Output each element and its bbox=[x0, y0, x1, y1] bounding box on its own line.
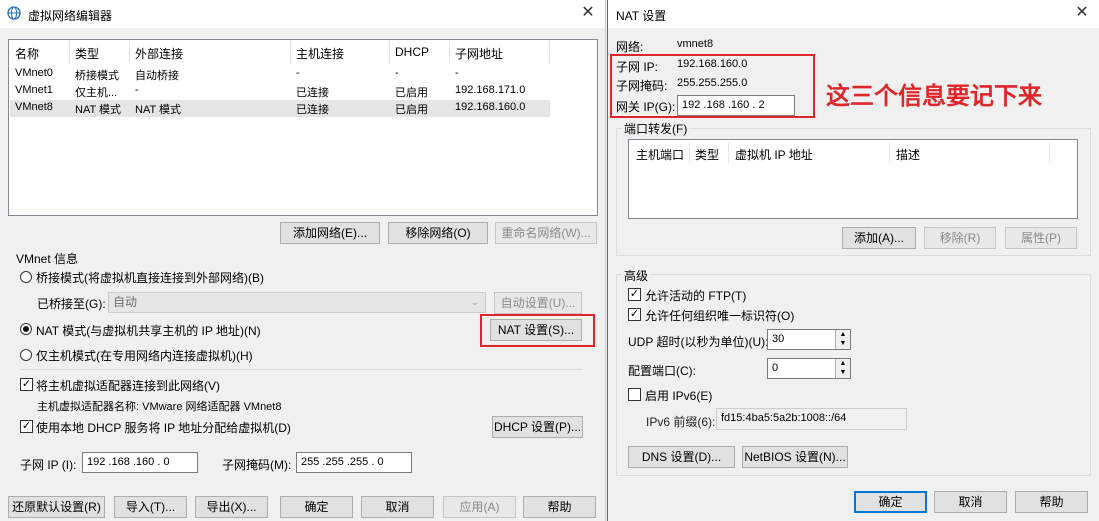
nat-settings-button[interactable]: NAT 设置(S)... bbox=[490, 319, 582, 341]
pf-properties-button[interactable]: 属性(P) bbox=[1005, 227, 1077, 249]
table-row-selected[interactable]: VMnet8 NAT 模式 NAT 模式 已连接 已启用 192.168.160… bbox=[10, 100, 550, 117]
virtual-network-editor-window: 虚拟网络编辑器 ✕ 名称 类型 外部连接 主机连接 DHCP 子网地址 VMne… bbox=[0, 0, 606, 521]
connect-adapter-checkbox[interactable]: ✓ bbox=[20, 378, 33, 391]
col-header-type[interactable]: 类型 bbox=[75, 45, 99, 62]
import-button[interactable]: 导入(T)... bbox=[114, 496, 187, 518]
config-port-stepper[interactable]: 0 ▲ ▼ bbox=[767, 358, 851, 379]
nat-window-title: NAT 设置 bbox=[616, 9, 667, 23]
pf-add-button[interactable]: 添加(A)... bbox=[842, 227, 916, 249]
auto-settings-button[interactable]: 自动设置(U)... bbox=[494, 292, 582, 314]
allow-ftp-label[interactable]: 允许活动的 FTP(T) bbox=[645, 287, 746, 304]
bridged-to-select[interactable]: 自动 ⌄ bbox=[108, 292, 486, 313]
subnet-ip-input[interactable]: 192 .168 .160 . 0 bbox=[82, 452, 198, 473]
nat-help-button[interactable]: 帮助 bbox=[1015, 491, 1088, 513]
chevron-down-icon: ⌄ bbox=[470, 297, 479, 308]
bridge-mode-label[interactable]: 桥接模式(将虚拟机直接连接到外部网络)(B) bbox=[36, 269, 264, 286]
port-forward-label: 端口转发(F) bbox=[622, 120, 690, 137]
use-dhcp-label[interactable]: 使用本地 DHCP 服务将 IP 地址分配给虚拟机(D) bbox=[36, 419, 291, 436]
col-header-dhcp[interactable]: DHCP bbox=[395, 45, 429, 59]
ipv6-prefix-label: IPv6 前缀(6): bbox=[646, 415, 716, 429]
close-icon[interactable]: ✕ bbox=[579, 4, 597, 22]
host-only-label[interactable]: 仅主机模式(在专用网络内连接虚拟机)(H) bbox=[36, 347, 253, 364]
window-title: 虚拟网络编辑器 bbox=[28, 9, 113, 23]
ipv6-prefix-input[interactable]: fd15:4ba5:5a2b:1008::/64 bbox=[716, 408, 907, 430]
vmnet-info-label: VMnet 信息 bbox=[14, 250, 81, 267]
table-row[interactable]: VMnet0 桥接模式 自动桥接 - - - bbox=[10, 66, 596, 83]
export-button[interactable]: 导出(X)... bbox=[195, 496, 268, 518]
subnet-mask-input[interactable]: 255 .255 .255 . 0 bbox=[296, 452, 412, 473]
network-value: vmnet8 bbox=[677, 38, 714, 50]
subnet-mask-label: 子网掩码: bbox=[616, 79, 668, 93]
dhcp-settings-button[interactable]: DHCP 设置(P)... bbox=[492, 416, 583, 438]
subnet-ip-value: 192.168.160.0 bbox=[677, 58, 748, 70]
apply-button[interactable]: 应用(A) bbox=[443, 496, 516, 518]
nat-title-bar[interactable]: NAT 设置 ✕ bbox=[608, 0, 1099, 28]
subnet-mask-value: 255.255.255.0 bbox=[677, 77, 748, 89]
help-button[interactable]: 帮助 bbox=[523, 496, 596, 518]
config-port-label: 配置端口(C): bbox=[628, 364, 696, 378]
rename-network-button[interactable]: 重命名网络(W)... bbox=[495, 222, 597, 244]
bridged-to-label: 已桥接至(G): bbox=[37, 297, 106, 311]
col-header-subnet[interactable]: 子网地址 bbox=[455, 45, 503, 62]
nat-mode-label[interactable]: NAT 模式(与虚拟机共享主机的 IP 地址)(N) bbox=[36, 322, 261, 339]
dns-settings-button[interactable]: DNS 设置(D)... bbox=[628, 446, 735, 468]
annotation-text: 这三个信息要记下来 bbox=[826, 83, 1042, 110]
subnet-ip-label: 子网 IP: bbox=[616, 60, 659, 74]
host-only-radio[interactable] bbox=[20, 349, 32, 361]
remove-network-button[interactable]: 移除网络(O) bbox=[388, 222, 488, 244]
title-bar[interactable]: 虚拟网络编辑器 ✕ bbox=[0, 0, 605, 28]
restore-defaults-button[interactable]: 还原默认设置(R) bbox=[8, 496, 105, 518]
nat-ok-button[interactable]: 确定 bbox=[854, 491, 927, 513]
bridge-mode-radio[interactable] bbox=[20, 271, 32, 283]
vmnet-info-group bbox=[8, 256, 598, 484]
enable-ipv6-checkbox[interactable] bbox=[628, 388, 641, 401]
advanced-label: 高级 bbox=[622, 267, 651, 284]
table-row[interactable]: VMnet1 仅主机... - 已连接 已启用 192.168.171.0 bbox=[10, 83, 596, 100]
spin-arrows-icon[interactable]: ▲ ▼ bbox=[835, 359, 850, 378]
netbios-settings-button[interactable]: NetBIOS 设置(N)... bbox=[742, 446, 848, 468]
allow-uid-checkbox[interactable]: ✓ bbox=[628, 308, 641, 321]
spin-arrows-icon[interactable]: ▲ ▼ bbox=[835, 330, 850, 349]
close-icon[interactable]: ✕ bbox=[1073, 4, 1091, 22]
network-table: 名称 类型 外部连接 主机连接 DHCP 子网地址 VMnet0 桥接模式 自动… bbox=[8, 39, 598, 216]
nat-settings-window: NAT 设置 ✕ 网络: vmnet8 子网 IP: 192.168.160.0… bbox=[607, 0, 1099, 521]
udp-timeout-label: UDP 超时(以秒为单位)(U): bbox=[628, 335, 769, 349]
cancel-button[interactable]: 取消 bbox=[361, 496, 434, 518]
port-forward-table: 主机端口 类型 虚拟机 IP 地址 描述 bbox=[628, 139, 1078, 219]
nat-cancel-button[interactable]: 取消 bbox=[934, 491, 1007, 513]
pf-col-type[interactable]: 类型 bbox=[695, 146, 719, 163]
col-header-external[interactable]: 外部连接 bbox=[135, 45, 183, 62]
adapter-name-text: 主机虚拟适配器名称: VMware 网络适配器 VMnet8 bbox=[37, 401, 282, 413]
pf-remove-button[interactable]: 移除(R) bbox=[924, 227, 996, 249]
subnet-ip-label: 子网 IP (I): bbox=[20, 458, 77, 472]
pf-col-host-port[interactable]: 主机端口 bbox=[636, 146, 684, 163]
col-header-name[interactable]: 名称 bbox=[15, 45, 39, 62]
ok-button[interactable]: 确定 bbox=[280, 496, 353, 518]
gateway-ip-label: 网关 IP(G): bbox=[616, 100, 676, 114]
use-dhcp-checkbox[interactable]: ✓ bbox=[20, 420, 33, 433]
network-label: 网络: bbox=[616, 40, 644, 54]
nat-mode-radio[interactable] bbox=[20, 323, 32, 335]
udp-timeout-stepper[interactable]: 30 ▲ ▼ bbox=[767, 329, 851, 350]
allow-ftp-checkbox[interactable]: ✓ bbox=[628, 288, 641, 301]
app-globe-icon bbox=[7, 6, 21, 20]
add-network-button[interactable]: 添加网络(E)... bbox=[280, 222, 380, 244]
connect-adapter-label[interactable]: 将主机虚拟适配器连接到此网络(V) bbox=[36, 377, 220, 394]
col-header-host[interactable]: 主机连接 bbox=[296, 45, 344, 62]
pf-col-vm-ip[interactable]: 虚拟机 IP 地址 bbox=[735, 146, 813, 163]
subnet-mask-label: 子网掩码(M): bbox=[222, 458, 292, 472]
allow-uid-label[interactable]: 允许任何组织唯一标识符(O) bbox=[645, 307, 794, 324]
enable-ipv6-label[interactable]: 启用 IPv6(E) bbox=[645, 387, 712, 404]
gateway-ip-input[interactable]: 192 .168 .160 . 2 bbox=[677, 95, 795, 116]
pf-col-description[interactable]: 描述 bbox=[896, 146, 920, 163]
